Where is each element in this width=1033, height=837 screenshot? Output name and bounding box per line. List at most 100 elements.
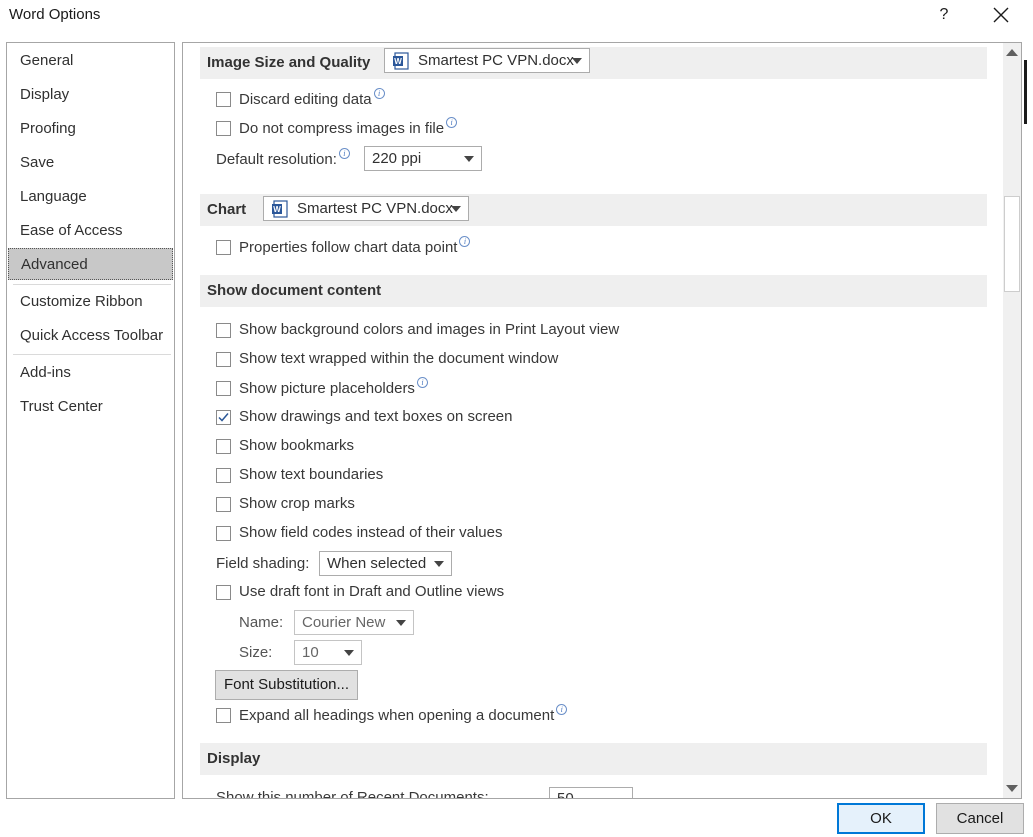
- show-drawings-label: Show drawings and text boxes on screen: [239, 408, 513, 425]
- field-shading-row: Field shading:: [216, 553, 309, 575]
- sidebar-item-customize-ribbon[interactable]: Customize Ribbon: [7, 286, 174, 318]
- draft-font-checkbox[interactable]: [216, 585, 231, 600]
- section-title: Image Size and Quality: [207, 54, 371, 71]
- draft-font-name-value: Courier New: [302, 614, 386, 631]
- checkmark-icon: [218, 413, 229, 422]
- nav-divider: [13, 284, 171, 285]
- section-header-image-quality: Image Size and Quality: [200, 47, 987, 79]
- title-bar: Word Options ?: [0, 0, 1033, 32]
- section-title: Display: [207, 750, 261, 767]
- help-button[interactable]: ?: [930, 2, 958, 30]
- scrollbar-thumb[interactable]: [1004, 196, 1020, 292]
- show-crop-marks-checkbox[interactable]: [216, 497, 231, 512]
- show-picture-placeholders-checkbox[interactable]: [216, 381, 231, 396]
- show-bookmarks-checkbox[interactable]: [216, 439, 231, 454]
- scroll-down-icon[interactable]: [1006, 785, 1018, 792]
- window-edge: [1024, 60, 1027, 124]
- draft-font-size-value: 10: [302, 644, 319, 661]
- ok-button[interactable]: OK: [837, 803, 925, 834]
- sidebar-item-advanced[interactable]: Advanced: [8, 248, 173, 280]
- draft-font-row[interactable]: Use draft font in Draft and Outline view…: [216, 581, 504, 603]
- sidebar-item-language[interactable]: Language: [7, 181, 174, 213]
- show-picture-placeholders-label: Show picture placeholders: [239, 380, 415, 397]
- scroll-up-icon[interactable]: [1006, 49, 1018, 56]
- show-text-wrapped-row[interactable]: Show text wrapped within the document wi…: [216, 348, 558, 370]
- show-bookmarks-row[interactable]: Show bookmarks: [216, 435, 354, 457]
- draft-font-name-select[interactable]: Courier New: [294, 610, 414, 635]
- no-compress-row[interactable]: Do not compress images in file i: [216, 117, 458, 139]
- draft-font-size-row: Size:: [239, 642, 272, 664]
- sidebar-item-general[interactable]: General: [7, 45, 174, 77]
- chevron-down-icon: [572, 58, 582, 64]
- sidebar-item-ease-of-access[interactable]: Ease of Access: [7, 215, 174, 247]
- info-icon: i: [373, 88, 385, 99]
- field-shading-select[interactable]: When selected: [319, 551, 452, 576]
- no-compress-label: Do not compress images in file: [239, 120, 445, 137]
- properties-follow-checkbox[interactable]: [216, 240, 231, 255]
- show-drawings-row[interactable]: Show drawings and text boxes on screen: [216, 406, 513, 428]
- content-scrollbar[interactable]: [1003, 43, 1021, 798]
- properties-follow-label: Properties follow chart data point: [239, 239, 458, 256]
- show-crop-marks-row[interactable]: Show crop marks: [216, 493, 355, 515]
- show-picture-placeholders-row[interactable]: Show picture placeholders i: [216, 377, 428, 399]
- cancel-button[interactable]: Cancel: [936, 803, 1024, 834]
- default-resolution-value: 220 ppi: [372, 150, 422, 167]
- field-shading-label: Field shading:: [216, 555, 310, 572]
- chevron-down-icon: [451, 206, 461, 212]
- discard-editing-row[interactable]: Discard editing data i: [216, 88, 385, 110]
- font-substitution-button[interactable]: Font Substitution...: [215, 670, 358, 700]
- close-icon: [993, 7, 1009, 23]
- word-document-icon: W: [393, 52, 409, 70]
- sidebar-item-save[interactable]: Save: [7, 147, 174, 179]
- field-shading-value: When selected: [327, 555, 427, 572]
- chart-doc-select-value: Smartest PC VPN.docx: [297, 200, 453, 217]
- discard-editing-label: Discard editing data: [239, 91, 372, 108]
- sidebar-item-quick-access-toolbar[interactable]: Quick Access Toolbar: [7, 320, 174, 352]
- show-background-checkbox[interactable]: [216, 323, 231, 338]
- sidebar-item-trust-center[interactable]: Trust Center: [7, 391, 174, 423]
- chevron-down-icon: [344, 650, 354, 656]
- image-doc-select-value: Smartest PC VPN.docx: [418, 52, 574, 69]
- close-button[interactable]: [986, 3, 1016, 29]
- info-icon: i: [416, 377, 428, 388]
- show-text-wrapped-checkbox[interactable]: [216, 352, 231, 367]
- show-crop-marks-label: Show crop marks: [239, 495, 355, 512]
- show-field-codes-row[interactable]: Show field codes instead of their values: [216, 522, 503, 544]
- default-resolution-label: Default resolution:: [216, 151, 337, 168]
- recent-docs-stepper[interactable]: 50: [549, 787, 633, 798]
- show-drawings-checkbox[interactable]: [216, 410, 231, 425]
- info-icon: i: [338, 148, 350, 159]
- chart-doc-select[interactable]: W Smartest PC VPN.docx: [263, 196, 469, 221]
- chevron-down-icon: [464, 156, 474, 162]
- show-field-codes-checkbox[interactable]: [216, 526, 231, 541]
- expand-headings-label: Expand all headings when opening a docum…: [239, 707, 555, 724]
- sidebar-item-display[interactable]: Display: [7, 79, 174, 111]
- draft-font-name-row: Name:: [239, 612, 283, 634]
- info-icon: i: [446, 117, 458, 128]
- show-field-codes-label: Show field codes instead of their values: [239, 524, 503, 541]
- show-text-boundaries-label: Show text boundaries: [239, 466, 384, 483]
- expand-headings-row[interactable]: Expand all headings when opening a docum…: [216, 704, 568, 726]
- draft-font-size-select[interactable]: 10: [294, 640, 362, 665]
- default-resolution-select[interactable]: 220 ppi: [364, 146, 482, 171]
- sidebar-item-add-ins[interactable]: Add-ins: [7, 357, 174, 389]
- options-content-panel: Image Size and Quality W Smartest PC VPN…: [182, 42, 1022, 799]
- recent-docs-label: Show this number of Recent Documents:: [216, 789, 489, 799]
- image-doc-select[interactable]: W Smartest PC VPN.docx: [384, 48, 590, 73]
- svg-text:W: W: [273, 205, 281, 214]
- properties-follow-row[interactable]: Properties follow chart data point i: [216, 236, 471, 258]
- discard-editing-checkbox[interactable]: [216, 92, 231, 107]
- word-document-icon: W: [272, 200, 288, 218]
- no-compress-checkbox[interactable]: [216, 121, 231, 136]
- show-text-wrapped-label: Show text wrapped within the document wi…: [239, 350, 559, 367]
- show-text-boundaries-row[interactable]: Show text boundaries: [216, 464, 383, 486]
- section-title: Chart: [207, 201, 247, 218]
- sidebar-nav: General Display Proofing Save Language E…: [6, 42, 175, 799]
- show-background-row[interactable]: Show background colors and images in Pri…: [216, 319, 619, 341]
- show-text-boundaries-checkbox[interactable]: [216, 468, 231, 483]
- sidebar-item-proofing[interactable]: Proofing: [7, 113, 174, 145]
- expand-headings-checkbox[interactable]: [216, 708, 231, 723]
- draft-font-name-label: Name:: [239, 614, 284, 631]
- help-icon: ?: [939, 6, 949, 23]
- recent-docs-row: Show this number of Recent Documents:: [216, 787, 489, 799]
